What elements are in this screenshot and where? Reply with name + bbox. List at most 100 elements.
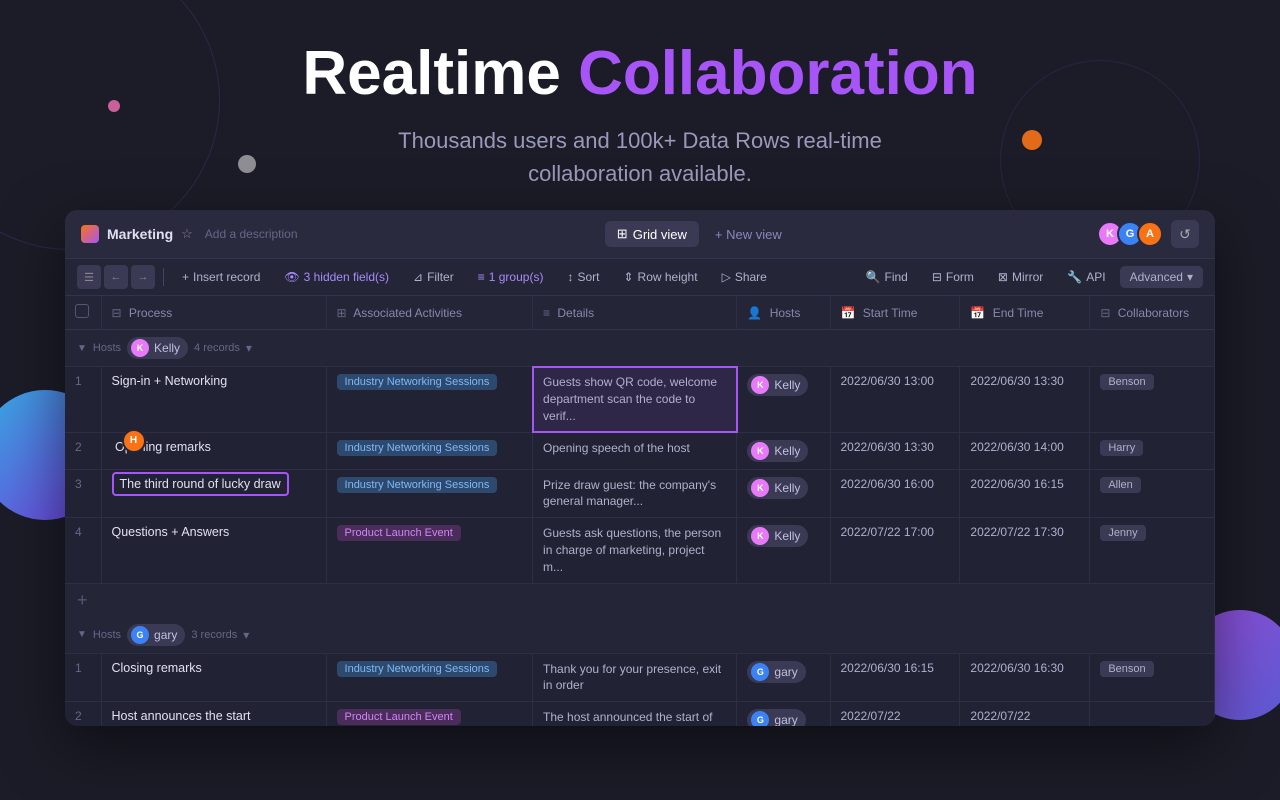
row-activity[interactable]: Industry Networking Sessions: [326, 432, 533, 469]
collaborator-badge: Jenny: [1100, 525, 1145, 541]
start-col-icon: 📅: [841, 306, 856, 320]
form-icon: ⊟: [932, 270, 942, 284]
row-details[interactable]: Opening speech of the host: [533, 432, 737, 469]
row-process[interactable]: Host announces the start: [101, 702, 326, 727]
group-header-1: ▼ Hosts G gary 3 records ▾: [65, 617, 1215, 654]
mirror-btn[interactable]: ⊠ Mirror: [988, 266, 1053, 288]
sort-btn[interactable]: ↕ Sort: [557, 266, 609, 288]
th-end-time: 📅 End Time: [960, 296, 1090, 330]
table-container[interactable]: ⊟ Process ⊞ Associated Activities ≡ Deta…: [65, 296, 1215, 726]
mirror-icon: ⊠: [998, 270, 1008, 284]
table-row[interactable]: 3 The third round of lucky draw Industry…: [65, 469, 1215, 518]
insert-icon: +: [182, 270, 189, 284]
nav-back-btn[interactable]: ←: [104, 265, 128, 289]
row-host[interactable]: G gary: [737, 653, 830, 702]
group-btn[interactable]: ≡ 1 group(s): [468, 266, 554, 288]
share-btn[interactable]: ▷ Share: [712, 266, 777, 288]
row-start: 2022/06/30 16:15: [830, 653, 960, 702]
select-all-checkbox[interactable]: [75, 304, 89, 318]
row-details[interactable]: Thank you for your presence, exit in ord…: [533, 653, 737, 702]
row-activity[interactable]: Industry Networking Sessions: [326, 653, 533, 702]
row-end: 2022/06/30 16:30: [960, 653, 1090, 702]
hidden-fields-btn[interactable]: 👁 3 hidden field(s): [274, 266, 399, 288]
th-start-time: 📅 Start Time: [830, 296, 960, 330]
row-num: 1: [65, 367, 101, 432]
host-avatar: G: [751, 663, 769, 681]
host-chip: G gary: [747, 709, 805, 726]
host-chip: K Kelly: [747, 440, 808, 462]
nav-forward-btn[interactable]: →: [131, 265, 155, 289]
api-btn[interactable]: 🔧 API: [1057, 266, 1115, 288]
group-toggle[interactable]: ▼: [77, 629, 87, 640]
row-host[interactable]: K Kelly: [737, 518, 830, 583]
group-header-cell: ▼ Hosts K Kelly 4 records ▾: [65, 330, 1215, 367]
row-collaborator: Jenny: [1090, 518, 1215, 583]
table-header-row: ⊟ Process ⊞ Associated Activities ≡ Deta…: [65, 296, 1215, 330]
nav-arrows: ☰ ← →: [77, 265, 155, 289]
row-end: 2022/06/30 13:30: [960, 367, 1090, 432]
row-process[interactable]: Closing remarks: [101, 653, 326, 702]
find-btn[interactable]: 🔍 Find: [856, 266, 918, 288]
row-activity[interactable]: Product Launch Event: [326, 702, 533, 727]
row-activity[interactable]: Product Launch Event: [326, 518, 533, 583]
row-details[interactable]: Guests show QR code, welcome department …: [533, 367, 737, 432]
row-details[interactable]: The host announced the start of th...: [533, 702, 737, 727]
add-row-cell[interactable]: +: [65, 583, 1215, 617]
host-name: gary: [774, 713, 797, 726]
details-col-icon: ≡: [543, 306, 550, 320]
row-process[interactable]: The third round of lucky draw: [101, 469, 326, 518]
row-activity[interactable]: Industry Networking Sessions: [326, 367, 533, 432]
hosts-col-icon: 👤: [747, 306, 762, 320]
app-window: Marketing ☆ Add a description ⊞ Grid vie…: [65, 210, 1215, 726]
refresh-button[interactable]: ↺: [1171, 220, 1199, 248]
group-user-name: gary: [154, 628, 177, 642]
host-name: gary: [774, 665, 797, 679]
collaborator-badge: Benson: [1100, 661, 1153, 677]
star-icon[interactable]: ☆: [181, 226, 193, 242]
row-process[interactable]: H Opening remarks: [101, 432, 326, 469]
row-host[interactable]: K Kelly: [737, 367, 830, 432]
filter-btn[interactable]: ⊿ Filter: [403, 266, 464, 288]
group-count-arrow: ▾: [246, 341, 252, 355]
nav-menu-btn[interactable]: ☰: [77, 265, 101, 289]
insert-record-btn[interactable]: + Insert record: [172, 266, 270, 288]
group-label-text: Hosts: [93, 629, 121, 641]
table-row[interactable]: 4 Questions + Answers Product Launch Eve…: [65, 518, 1215, 583]
row-details[interactable]: Prize draw guest: the company's general …: [533, 469, 737, 518]
hero-subtitle-line2: collaboration available.: [0, 157, 1280, 190]
group-avatar: K: [131, 339, 149, 357]
row-host[interactable]: K Kelly: [737, 469, 830, 518]
table-row[interactable]: 1 Sign-in + Networking Industry Networki…: [65, 367, 1215, 432]
row-activity[interactable]: Industry Networking Sessions: [326, 469, 533, 518]
row-details[interactable]: Guests ask questions, the person in char…: [533, 518, 737, 583]
row-host[interactable]: G gary: [737, 702, 830, 727]
toolbar: ☰ ← → + Insert record 👁 3 hidden field(s…: [65, 259, 1215, 296]
row-end: 2022/07/22 17:30: [960, 518, 1090, 583]
advanced-btn[interactable]: Advanced ▾: [1120, 266, 1203, 288]
group-user-name: Kelly: [154, 341, 180, 355]
row-process[interactable]: Questions + Answers: [101, 518, 326, 583]
row-num: 3: [65, 469, 101, 518]
add-row-btn[interactable]: +: [65, 583, 1215, 617]
row-end: 2022/06/30 14:00: [960, 432, 1090, 469]
row-host[interactable]: K Kelly: [737, 432, 830, 469]
host-avatar: K: [751, 442, 769, 460]
group-toggle[interactable]: ▼: [77, 343, 87, 354]
row-process[interactable]: Sign-in + Networking: [101, 367, 326, 432]
row-start: 2022/06/30 13:00: [830, 367, 960, 432]
table-row[interactable]: 1 Closing remarks Industry Networking Se…: [65, 653, 1215, 702]
host-avatar: K: [751, 479, 769, 497]
add-description[interactable]: Add a description: [205, 227, 298, 241]
window-header: Marketing ☆ Add a description ⊞ Grid vie…: [65, 210, 1215, 259]
api-icon: 🔧: [1067, 270, 1082, 284]
filter-icon: ⊿: [413, 270, 423, 284]
table-row[interactable]: 2 Host announces the start Product Launc…: [65, 702, 1215, 727]
host-avatar: K: [751, 376, 769, 394]
th-checkbox: [65, 296, 101, 330]
collaborator-badge: Harry: [1100, 440, 1143, 456]
form-btn[interactable]: ⊟ Form: [922, 266, 984, 288]
table-row[interactable]: 2 H Opening remarks Industry Networking …: [65, 432, 1215, 469]
row-height-btn[interactable]: ⇕ Row height: [613, 266, 707, 288]
tab-new-view[interactable]: + New view: [707, 222, 790, 247]
tab-grid-view[interactable]: ⊞ Grid view: [605, 221, 699, 247]
